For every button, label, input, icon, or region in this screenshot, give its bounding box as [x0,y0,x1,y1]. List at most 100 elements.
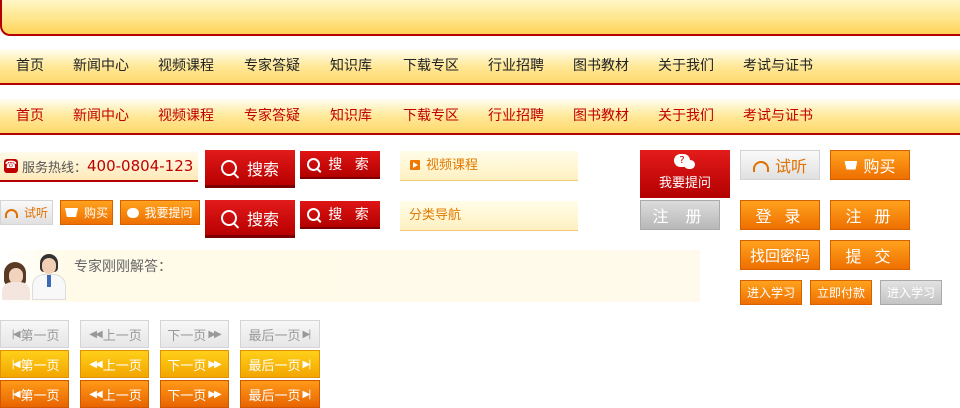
top-banner [0,0,960,36]
pager-label: 上一页 [102,328,142,344]
pager-label: 下一页 [167,388,207,404]
hotline-label: 服务热线： [22,160,88,176]
service-hotline: ☎ 服务热线： 400-0804-123 [0,152,198,182]
search-icon [220,159,237,176]
forgot-password-button[interactable]: 找回密码 [740,240,820,270]
search-button-large-alt[interactable]: 搜索 [205,200,295,238]
buy-button-small[interactable]: 购买 [60,200,113,225]
nav-item-expert[interactable]: 专家答疑 [244,99,300,133]
avatar-tie [47,275,51,287]
nav-item-knowledge[interactable]: 知识库 [330,99,372,133]
last-page-icon: ▶| [302,358,311,370]
pager-last-orange[interactable]: 最后一页 ▶| [240,380,320,408]
next-page-icon: ▶▶ [208,388,221,400]
search-icon [220,209,237,226]
search-icon [307,157,321,171]
pager-label: 第一页 [20,328,60,344]
nav-item-download[interactable]: 下载专区 [403,49,459,83]
buy-button[interactable]: 购买 [830,150,910,180]
category-label: 分类导航 [409,208,462,223]
pager-next-yellow[interactable]: 下一页 ▶▶ [160,350,229,378]
nav-item-video[interactable]: 视频课程 [158,99,214,133]
pager-label: 下一页 [167,358,207,374]
hotline-number: 400-0804-123 [87,157,194,175]
nav-item-knowledge[interactable]: 知识库 [330,49,372,83]
pager-label: 最后一页 [248,328,301,344]
headphones-icon [752,160,769,172]
nav-item-books[interactable]: 图书教材 [573,49,629,83]
question-bubble-icon [674,154,696,170]
cart-icon [64,208,78,217]
pager-first-orange[interactable]: |◀ 第一页 [0,380,69,408]
enter-study-button[interactable]: 进入学习 [740,280,802,305]
submit-button[interactable]: 提 交 [830,240,910,270]
nav-item-home[interactable]: 首页 [16,99,44,133]
pager-prev-yellow[interactable]: ◀◀ 上一页 [80,350,149,378]
login-button[interactable]: 登 录 [740,200,820,230]
headphones-icon [4,209,18,218]
pay-now-button[interactable]: 立即付款 [810,280,872,305]
listen-button[interactable]: 试听 [740,150,820,180]
submit-label: 提 交 [845,247,895,266]
search-button-large[interactable]: 搜索 [205,150,295,188]
nav-item-jobs[interactable]: 行业招聘 [488,99,544,133]
nav-item-video[interactable]: 视频课程 [158,49,214,83]
category-video-courses[interactable]: 视频课程 [400,151,578,181]
play-icon [410,160,420,170]
nav-item-about[interactable]: 关于我们 [658,99,714,133]
pager-label: 最后一页 [248,388,301,404]
pager-first-gray[interactable]: |◀ 第一页 [0,320,69,348]
nav-item-exam[interactable]: 考试与证书 [743,49,813,83]
last-page-icon: ▶| [302,328,311,340]
forgot-label: 找回密码 [749,246,810,265]
pager-prev-orange[interactable]: ◀◀ 上一页 [80,380,149,408]
listen-label: 试听 [23,206,48,220]
pager-next-orange[interactable]: 下一页 ▶▶ [160,380,229,408]
phone-icon: ☎ [4,159,18,173]
listen-button-small[interactable]: 试听 [0,200,53,225]
next-page-icon: ▶▶ [208,328,221,340]
enter-study-button-disabled[interactable]: 进入学习 [880,280,942,305]
nav-item-expert[interactable]: 专家答疑 [244,49,300,83]
search-label: 搜索 [246,209,279,229]
buy-label: 购买 [83,206,108,220]
ask-question-button-small[interactable]: 我要提问 [120,200,200,225]
first-page-icon: |◀ [11,388,20,400]
first-page-icon: |◀ [11,358,20,370]
nav-item-news[interactable]: 新闻中心 [73,49,129,83]
nav-item-home[interactable]: 首页 [16,49,44,83]
ask-label: 我要提问 [144,206,193,220]
pager-next-gray[interactable]: 下一页 ▶▶ [160,320,229,348]
nav-item-jobs[interactable]: 行业招聘 [488,49,544,83]
pager-last-yellow[interactable]: 最后一页 ▶| [240,350,320,378]
cart-icon [844,160,858,170]
pager-label: 第一页 [20,388,60,404]
search-label: 搜 索 [328,207,373,223]
search-button-small-alt[interactable]: 搜 索 [300,201,380,229]
prev-page-icon: ◀◀ [89,388,102,400]
register-button-disabled[interactable]: 注 册 [640,200,720,230]
main-nav-red: 首页 新闻中心 视频课程 专家答疑 知识库 下载专区 行业招聘 图书教材 关于我… [0,99,960,135]
pay-now-label: 立即付款 [816,286,865,300]
register-button[interactable]: 注 册 [830,200,910,230]
nav-item-books[interactable]: 图书教材 [573,99,629,133]
pager-label: 最后一页 [248,358,301,374]
first-page-icon: |◀ [11,328,20,340]
category-navigation[interactable]: 分类导航 [400,201,578,231]
nav-item-about[interactable]: 关于我们 [658,49,714,83]
nav-item-download[interactable]: 下载专区 [403,99,459,133]
ask-label: 我要提问 [658,176,711,191]
pager-prev-gray[interactable]: ◀◀ 上一页 [80,320,149,348]
ask-question-button-large[interactable]: 我要提问 [640,150,730,198]
register-label: 注 册 [652,207,708,226]
main-nav-black: 首页 新闻中心 视频课程 专家答疑 知识库 下载专区 行业招聘 图书教材 关于我… [0,49,960,85]
search-button-small[interactable]: 搜 索 [300,151,380,179]
avatar-doctor-face [42,258,56,274]
nav-item-news[interactable]: 新闻中心 [73,99,129,133]
nav-item-exam[interactable]: 考试与证书 [743,99,813,133]
listen-label: 试听 [774,157,807,176]
register-label: 注 册 [845,207,895,226]
pager-first-yellow[interactable]: |◀ 第一页 [0,350,69,378]
next-page-icon: ▶▶ [208,358,221,370]
pager-last-gray[interactable]: 最后一页 ▶| [240,320,320,348]
